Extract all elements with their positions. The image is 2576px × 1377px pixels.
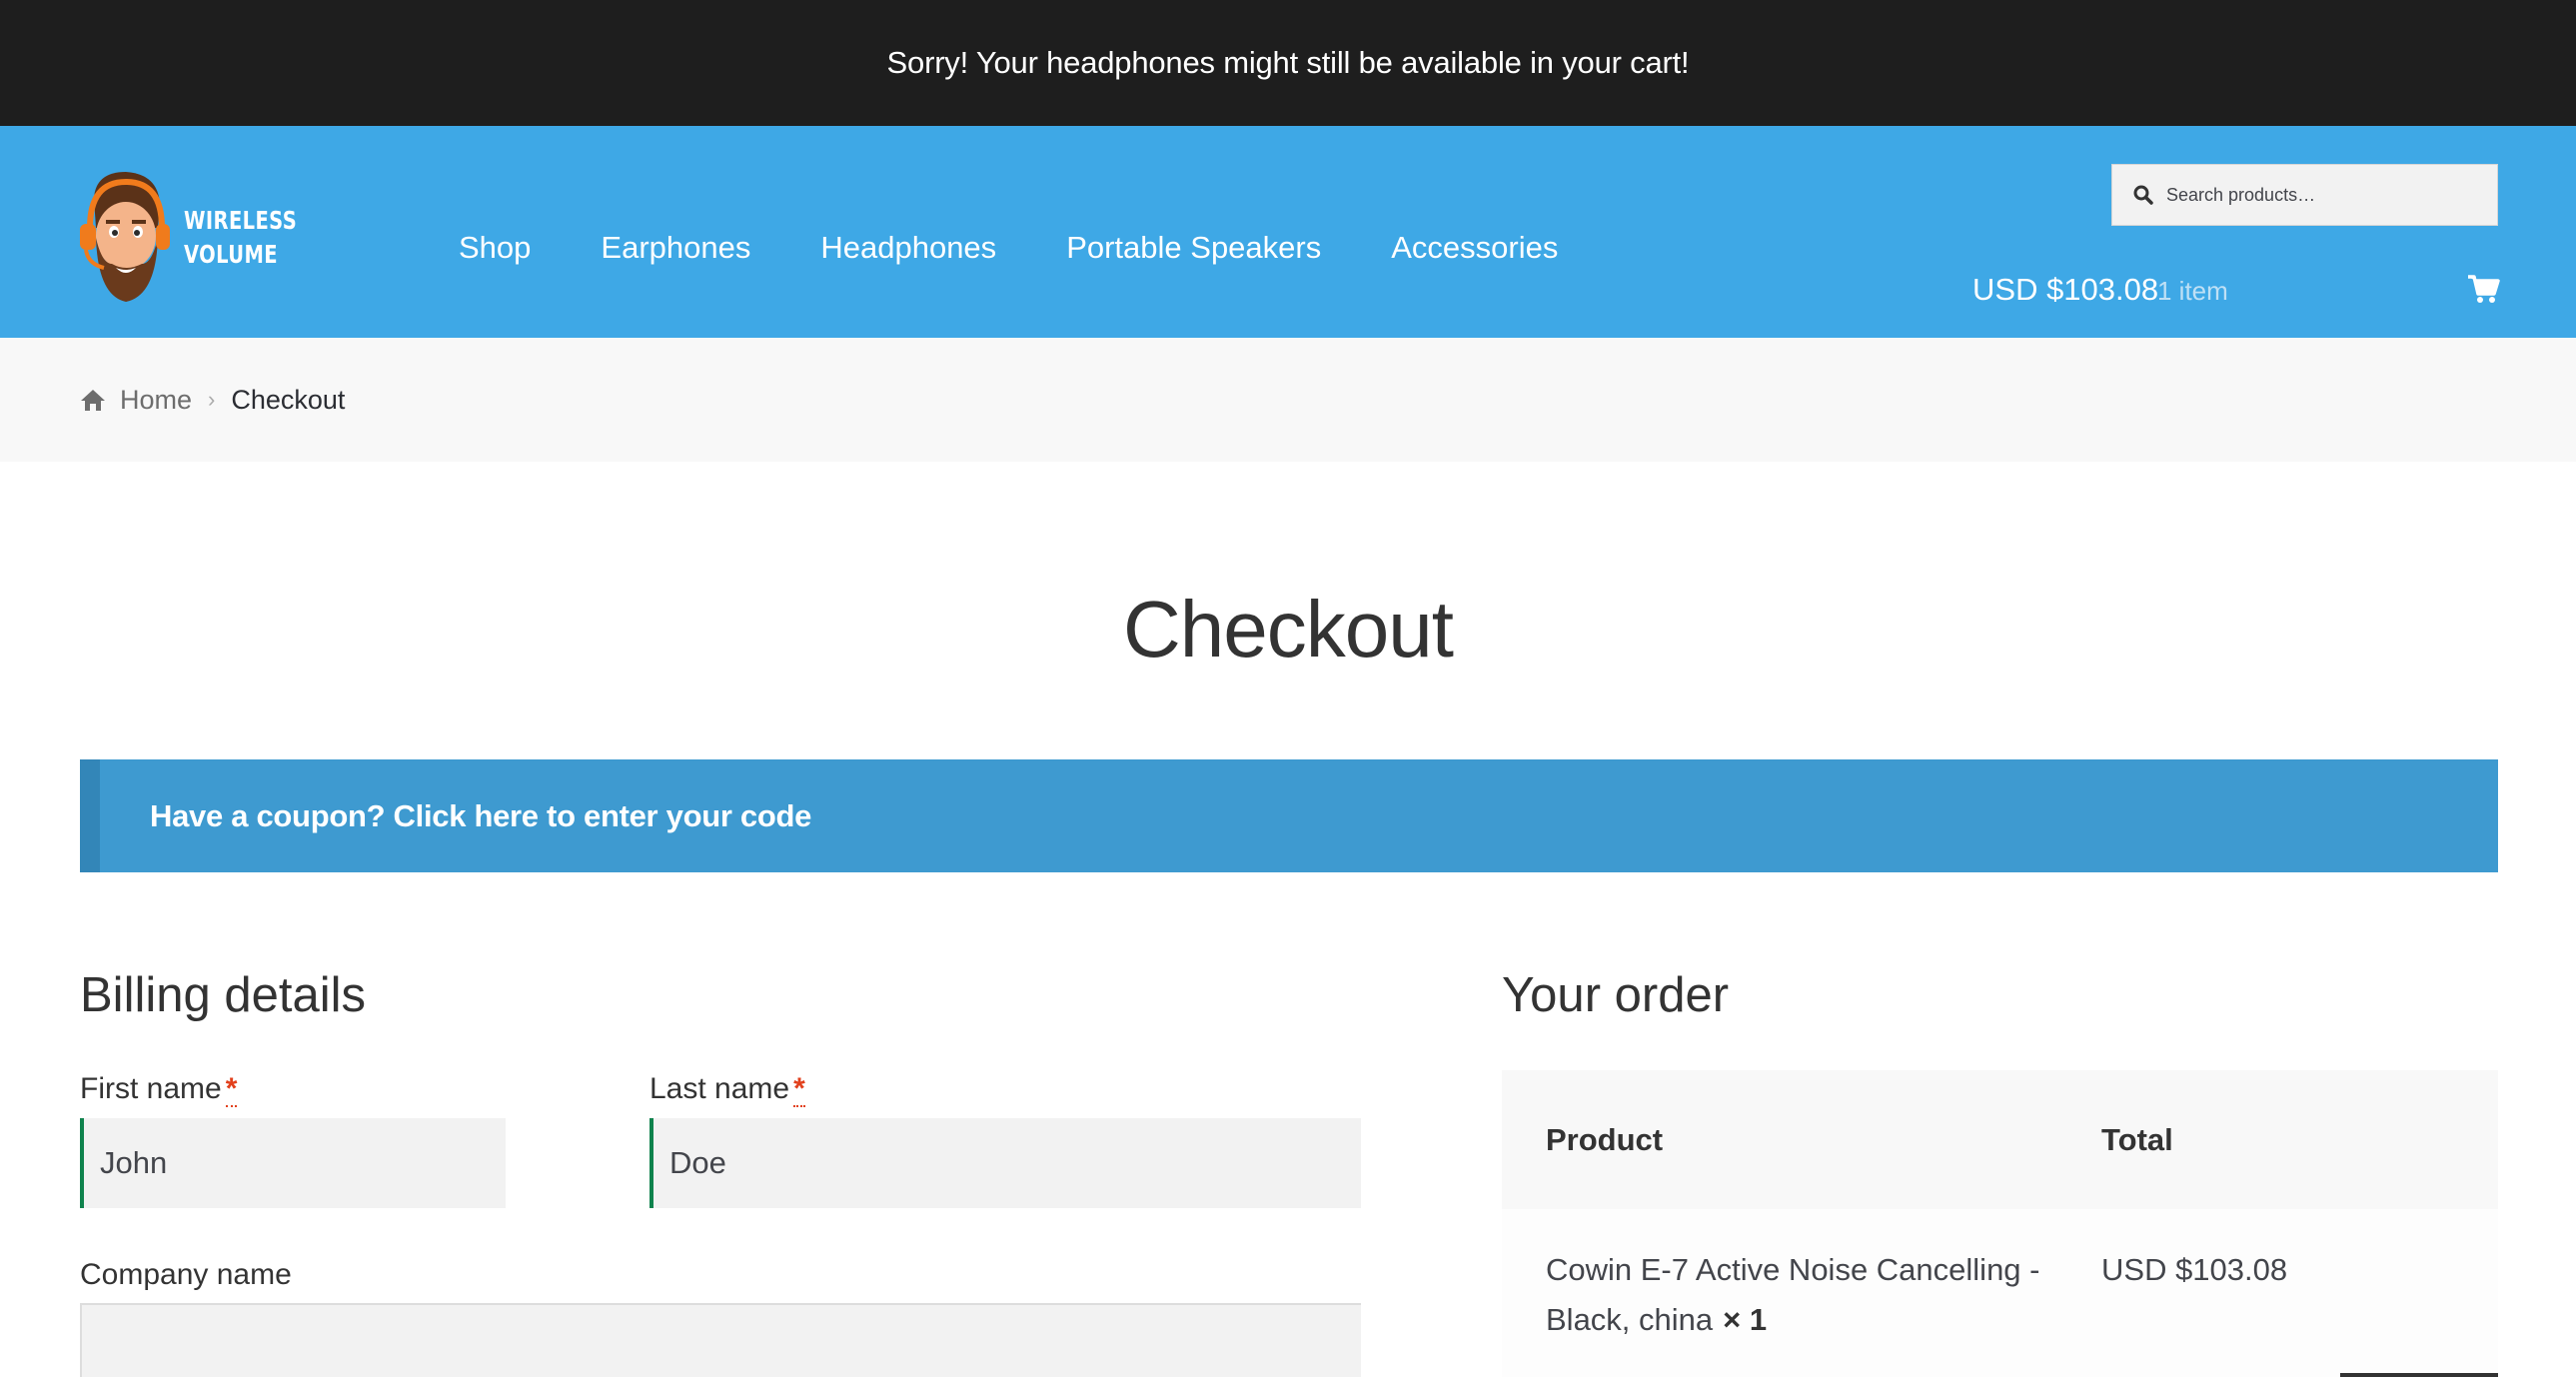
logo-text: WIRELESS VOLUME: [184, 204, 297, 272]
show-coupon-link[interactable]: Have a coupon? Click here to enter your …: [150, 798, 811, 834]
nav-headphones[interactable]: Headphones: [820, 230, 996, 266]
banner-text: Sorry! Your headphones might still be av…: [886, 45, 1690, 80]
coupon-notice: Have a coupon? Click here to enter your …: [80, 759, 2498, 872]
logo-line-1: WIRELESS: [184, 206, 298, 235]
nav-accessories[interactable]: Accessories: [1391, 230, 1558, 266]
order-item-total: USD $103.08: [2101, 1252, 2288, 1287]
home-icon: [80, 388, 106, 412]
first-name-field[interactable]: [80, 1118, 506, 1208]
order-review-table: Product Total Cowin E-7 Active Noise Can…: [1502, 1070, 2498, 1377]
your-order-title: Your order: [1502, 968, 1730, 1022]
order-item-name: Cowin E-7 Active Noise Cancelling - Blac…: [1546, 1252, 2040, 1337]
column-header-total: Total: [2101, 1121, 2173, 1157]
first-name-label: First name *: [80, 1072, 238, 1107]
cart-item-count[interactable]: 1 item: [2157, 276, 2228, 307]
cart-icon[interactable]: [2466, 272, 2500, 306]
order-item-quantity: × 1: [1723, 1302, 1768, 1337]
logo-line-2: VOLUME: [184, 240, 278, 269]
column-header-product: Product: [1546, 1121, 1664, 1157]
search-input[interactable]: [2166, 184, 2486, 206]
company-name-label-text: Company name: [80, 1258, 292, 1291]
primary-navigation: Shop Earphones Headphones Portable Speak…: [459, 230, 1628, 266]
site-logo[interactable]: WIRELESS VOLUME: [76, 168, 297, 308]
company-name-field[interactable]: [80, 1303, 1361, 1377]
required-marker: *: [225, 1072, 238, 1107]
first-name-label-text: First name: [80, 1072, 222, 1105]
search-icon[interactable]: [2132, 184, 2154, 206]
required-marker: *: [793, 1072, 805, 1107]
footer-bar-edge: [2340, 1373, 2498, 1377]
product-search: [2111, 164, 2498, 226]
chevron-right-icon: ›: [208, 387, 216, 412]
logo-avatar-icon: [76, 168, 172, 308]
top-banner: Sorry! Your headphones might still be av…: [0, 0, 2576, 126]
last-name-label-text: Last name: [649, 1072, 790, 1105]
last-name-field[interactable]: [649, 1118, 1361, 1208]
order-item-name-wrap: Cowin E-7 Active Noise Cancelling - Blac…: [1546, 1245, 2065, 1345]
company-name-label: Company name: [80, 1258, 292, 1292]
cart-total[interactable]: USD $103.08: [1972, 272, 2158, 308]
billing-details-title: Billing details: [80, 968, 366, 1022]
nav-shop[interactable]: Shop: [459, 230, 531, 266]
page-title: Checkout: [1123, 585, 1454, 674]
order-table-header: Product Total: [1502, 1070, 2498, 1209]
last-name-label: Last name *: [649, 1072, 805, 1107]
breadcrumb-current: Checkout: [231, 384, 346, 415]
nav-portable-speakers[interactable]: Portable Speakers: [1066, 230, 1321, 266]
breadcrumb: Home › Checkout: [0, 338, 2576, 462]
breadcrumb-home[interactable]: Home: [120, 385, 192, 416]
site-header: WIRELESS VOLUME Shop Earphones Headphone…: [0, 126, 2576, 338]
order-item-total-cell: USD $103.08: [2101, 1245, 2498, 1295]
table-row: Cowin E-7 Active Noise Cancelling - Blac…: [1502, 1209, 2498, 1377]
order-item-product: Cowin E-7 Active Noise Cancelling - Blac…: [1502, 1245, 2101, 1345]
nav-earphones[interactable]: Earphones: [601, 230, 750, 266]
